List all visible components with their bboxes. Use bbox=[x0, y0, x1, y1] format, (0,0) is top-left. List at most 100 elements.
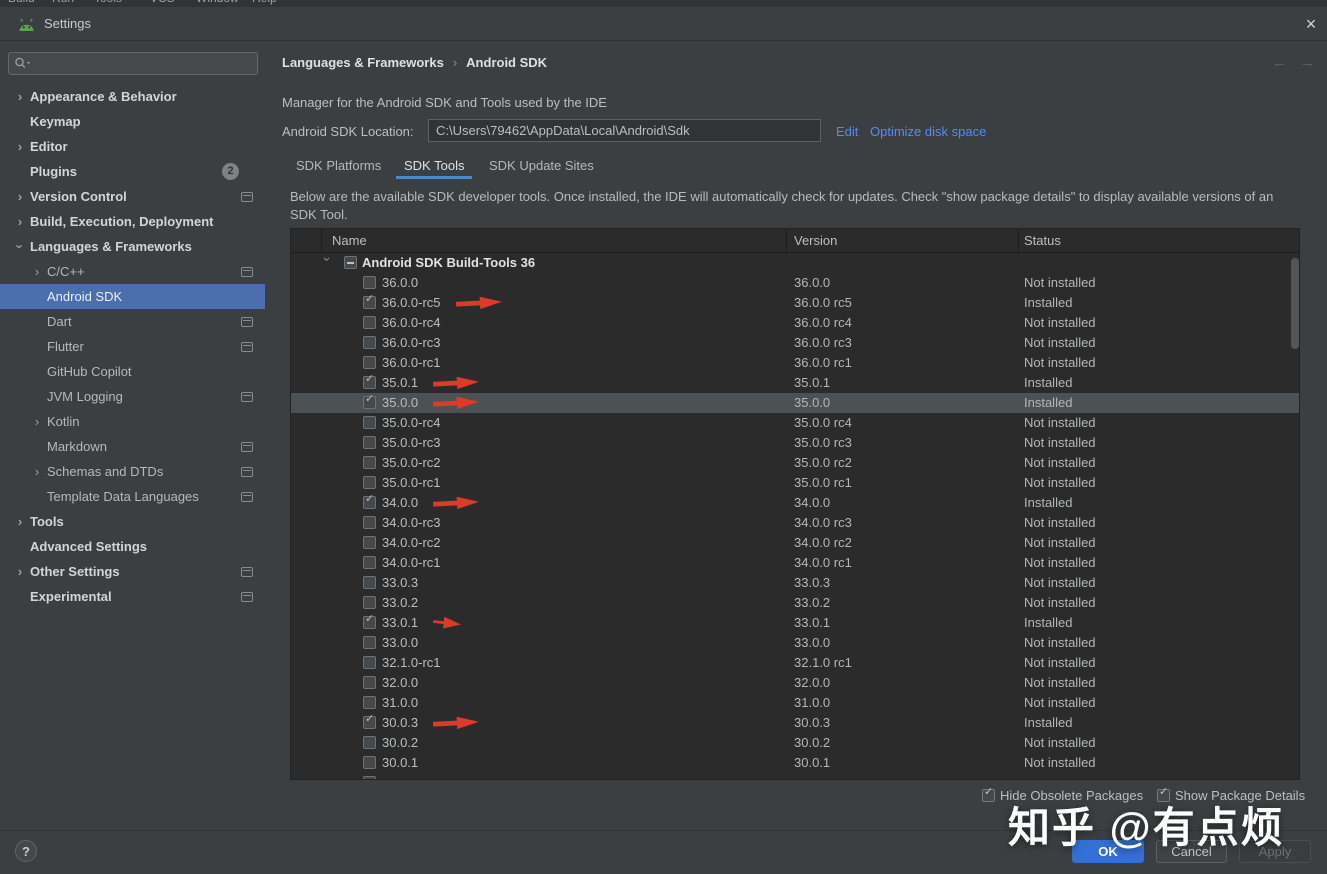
table-row-partial[interactable] bbox=[291, 773, 1299, 779]
menu-item-vcs[interactable]: VCS bbox=[150, 0, 175, 5]
table-row[interactable]: 36.0.0-rc1 36.0.0 rc1 Not installed bbox=[291, 353, 1299, 373]
sidebar-item-other-settings[interactable]: › Other Settings bbox=[0, 559, 265, 584]
table-group-row[interactable]: › Android SDK Build-Tools 36 bbox=[291, 253, 1299, 273]
table-row[interactable]: 34.0.0 34.0.0 Installed bbox=[291, 493, 1299, 513]
chevron-right-icon[interactable]: › bbox=[31, 409, 43, 434]
edit-link[interactable]: Edit bbox=[836, 124, 858, 139]
table-row[interactable]: 30.0.3 30.0.3 Installed bbox=[291, 713, 1299, 733]
table-row[interactable]: 35.0.0-rc3 35.0.0 rc3 Not installed bbox=[291, 433, 1299, 453]
sidebar-item-plugins[interactable]: Plugins 2 bbox=[0, 159, 265, 184]
menu-item-window[interactable]: Window bbox=[196, 0, 239, 5]
chevron-down-icon[interactable]: › bbox=[317, 257, 337, 269]
chevron-right-icon[interactable]: › bbox=[14, 184, 26, 209]
back-arrow-icon[interactable]: ← bbox=[1272, 54, 1287, 71]
table-row[interactable]: 30.0.2 30.0.2 Not installed bbox=[291, 733, 1299, 753]
column-divider[interactable] bbox=[786, 229, 787, 253]
table-row[interactable]: 32.1.0-rc1 32.1.0 rc1 Not installed bbox=[291, 653, 1299, 673]
table-row[interactable]: 33.0.1 33.0.1 Installed bbox=[291, 613, 1299, 633]
vertical-scrollbar[interactable] bbox=[1291, 258, 1299, 349]
row-checkbox[interactable] bbox=[363, 556, 376, 569]
table-row[interactable]: 31.0.0 31.0.0 Not installed bbox=[291, 693, 1299, 713]
row-checkbox[interactable] bbox=[363, 676, 376, 689]
chevron-right-icon[interactable]: › bbox=[14, 84, 26, 109]
table-row[interactable]: 34.0.0-rc1 34.0.0 rc1 Not installed bbox=[291, 553, 1299, 573]
chevron-right-icon[interactable]: › bbox=[14, 209, 26, 234]
menu-item-tools[interactable]: Tools bbox=[94, 0, 122, 5]
row-checkbox[interactable] bbox=[363, 373, 376, 389]
table-row[interactable]: 36.0.0-rc5 36.0.0 rc5 Installed bbox=[291, 293, 1299, 313]
sidebar-item-build-execution-deployment[interactable]: › Build, Execution, Deployment bbox=[0, 209, 265, 234]
row-checkbox[interactable] bbox=[363, 696, 376, 709]
table-row[interactable]: 36.0.0-rc3 36.0.0 rc3 Not installed bbox=[291, 333, 1299, 353]
row-checkbox[interactable] bbox=[363, 536, 376, 549]
sidebar-item-advanced-settings[interactable]: Advanced Settings bbox=[0, 534, 265, 559]
row-checkbox[interactable] bbox=[363, 636, 376, 649]
sidebar-item-template-data-languages[interactable]: Template Data Languages bbox=[0, 484, 265, 509]
sidebar-item-markdown[interactable]: Markdown bbox=[0, 434, 265, 459]
sidebar-item-keymap[interactable]: Keymap bbox=[0, 109, 265, 134]
group-checkbox[interactable] bbox=[344, 256, 357, 269]
row-checkbox[interactable] bbox=[363, 476, 376, 489]
breadcrumb-parent[interactable]: Languages & Frameworks bbox=[282, 55, 444, 70]
row-checkbox[interactable] bbox=[363, 756, 376, 769]
sidebar-item-kotlin[interactable]: › Kotlin bbox=[0, 409, 265, 434]
table-row[interactable]: 34.0.0-rc3 34.0.0 rc3 Not installed bbox=[291, 513, 1299, 533]
sidebar-item-jvm-logging[interactable]: JVM Logging bbox=[0, 384, 265, 409]
tab-sdk-platforms[interactable]: SDK Platforms bbox=[296, 158, 381, 173]
sidebar-item-flutter[interactable]: Flutter bbox=[0, 334, 265, 359]
optimize-disk-space-link[interactable]: Optimize disk space bbox=[870, 124, 986, 139]
table-row[interactable]: 36.0.0 36.0.0 Not installed bbox=[291, 273, 1299, 293]
menu-item-build[interactable]: Build bbox=[8, 0, 35, 5]
table-row[interactable]: 36.0.0-rc4 36.0.0 rc4 Not installed bbox=[291, 313, 1299, 333]
row-checkbox[interactable] bbox=[363, 713, 376, 729]
row-checkbox[interactable] bbox=[363, 356, 376, 369]
row-checkbox[interactable] bbox=[363, 456, 376, 469]
tab-sdk-tools[interactable]: SDK Tools bbox=[404, 158, 464, 173]
chevron-down-icon[interactable]: › bbox=[8, 241, 33, 253]
row-checkbox[interactable] bbox=[363, 736, 376, 749]
sidebar-item-dart[interactable]: Dart bbox=[0, 309, 265, 334]
sidebar-item-experimental[interactable]: Experimental bbox=[0, 584, 265, 609]
forward-arrow-icon[interactable]: → bbox=[1300, 54, 1315, 71]
row-checkbox[interactable] bbox=[363, 613, 376, 629]
sidebar-item-languages-frameworks[interactable]: › Languages & Frameworks bbox=[0, 234, 265, 259]
row-checkbox[interactable] bbox=[363, 596, 376, 609]
row-checkbox[interactable] bbox=[363, 656, 376, 669]
row-checkbox[interactable] bbox=[363, 316, 376, 329]
row-checkbox[interactable] bbox=[363, 393, 376, 409]
table-row[interactable]: 35.0.0 35.0.0 Installed bbox=[291, 393, 1299, 413]
column-header-version[interactable]: Version bbox=[794, 233, 837, 248]
help-button[interactable]: ? bbox=[15, 840, 37, 862]
sidebar-item-tools[interactable]: › Tools bbox=[0, 509, 265, 534]
close-icon[interactable]: × bbox=[1299, 12, 1323, 36]
sidebar-item-c-c[interactable]: › C/C++ bbox=[0, 259, 265, 284]
chevron-right-icon[interactable]: › bbox=[14, 509, 26, 534]
row-checkbox[interactable] bbox=[363, 416, 376, 429]
table-row[interactable]: 35.0.1 35.0.1 Installed bbox=[291, 373, 1299, 393]
row-checkbox[interactable] bbox=[363, 436, 376, 449]
row-checkbox[interactable] bbox=[363, 776, 376, 779]
sdk-location-field[interactable]: C:\Users\79462\AppData\Local\Android\Sdk bbox=[428, 119, 821, 142]
table-row[interactable]: 35.0.0-rc1 35.0.0 rc1 Not installed bbox=[291, 473, 1299, 493]
hide-obsolete-checkbox[interactable] bbox=[982, 786, 995, 802]
sidebar-item-schemas-and-dtds[interactable]: › Schemas and DTDs bbox=[0, 459, 265, 484]
tab-sdk-update-sites[interactable]: SDK Update Sites bbox=[489, 158, 594, 173]
table-row[interactable]: 32.0.0 32.0.0 Not installed bbox=[291, 673, 1299, 693]
menu-item-help[interactable]: Help bbox=[252, 0, 277, 5]
row-checkbox[interactable] bbox=[363, 293, 376, 309]
sidebar-item-android-sdk[interactable]: Android SDK bbox=[0, 284, 265, 309]
table-row[interactable]: 33.0.2 33.0.2 Not installed bbox=[291, 593, 1299, 613]
chevron-right-icon[interactable]: › bbox=[31, 459, 43, 484]
menu-item-run[interactable]: Run bbox=[52, 0, 74, 5]
chevron-right-icon[interactable]: › bbox=[31, 259, 43, 284]
row-checkbox[interactable] bbox=[363, 576, 376, 589]
row-checkbox[interactable] bbox=[363, 516, 376, 529]
row-checkbox[interactable] bbox=[363, 276, 376, 289]
sidebar-item-appearance-behavior[interactable]: › Appearance & Behavior bbox=[0, 84, 265, 109]
chevron-right-icon[interactable]: › bbox=[14, 559, 26, 584]
row-checkbox[interactable] bbox=[363, 336, 376, 349]
table-row[interactable]: 35.0.0-rc2 35.0.0 rc2 Not installed bbox=[291, 453, 1299, 473]
table-row[interactable]: 35.0.0-rc4 35.0.0 rc4 Not installed bbox=[291, 413, 1299, 433]
sidebar-item-editor[interactable]: › Editor bbox=[0, 134, 265, 159]
column-divider[interactable] bbox=[1018, 229, 1019, 253]
